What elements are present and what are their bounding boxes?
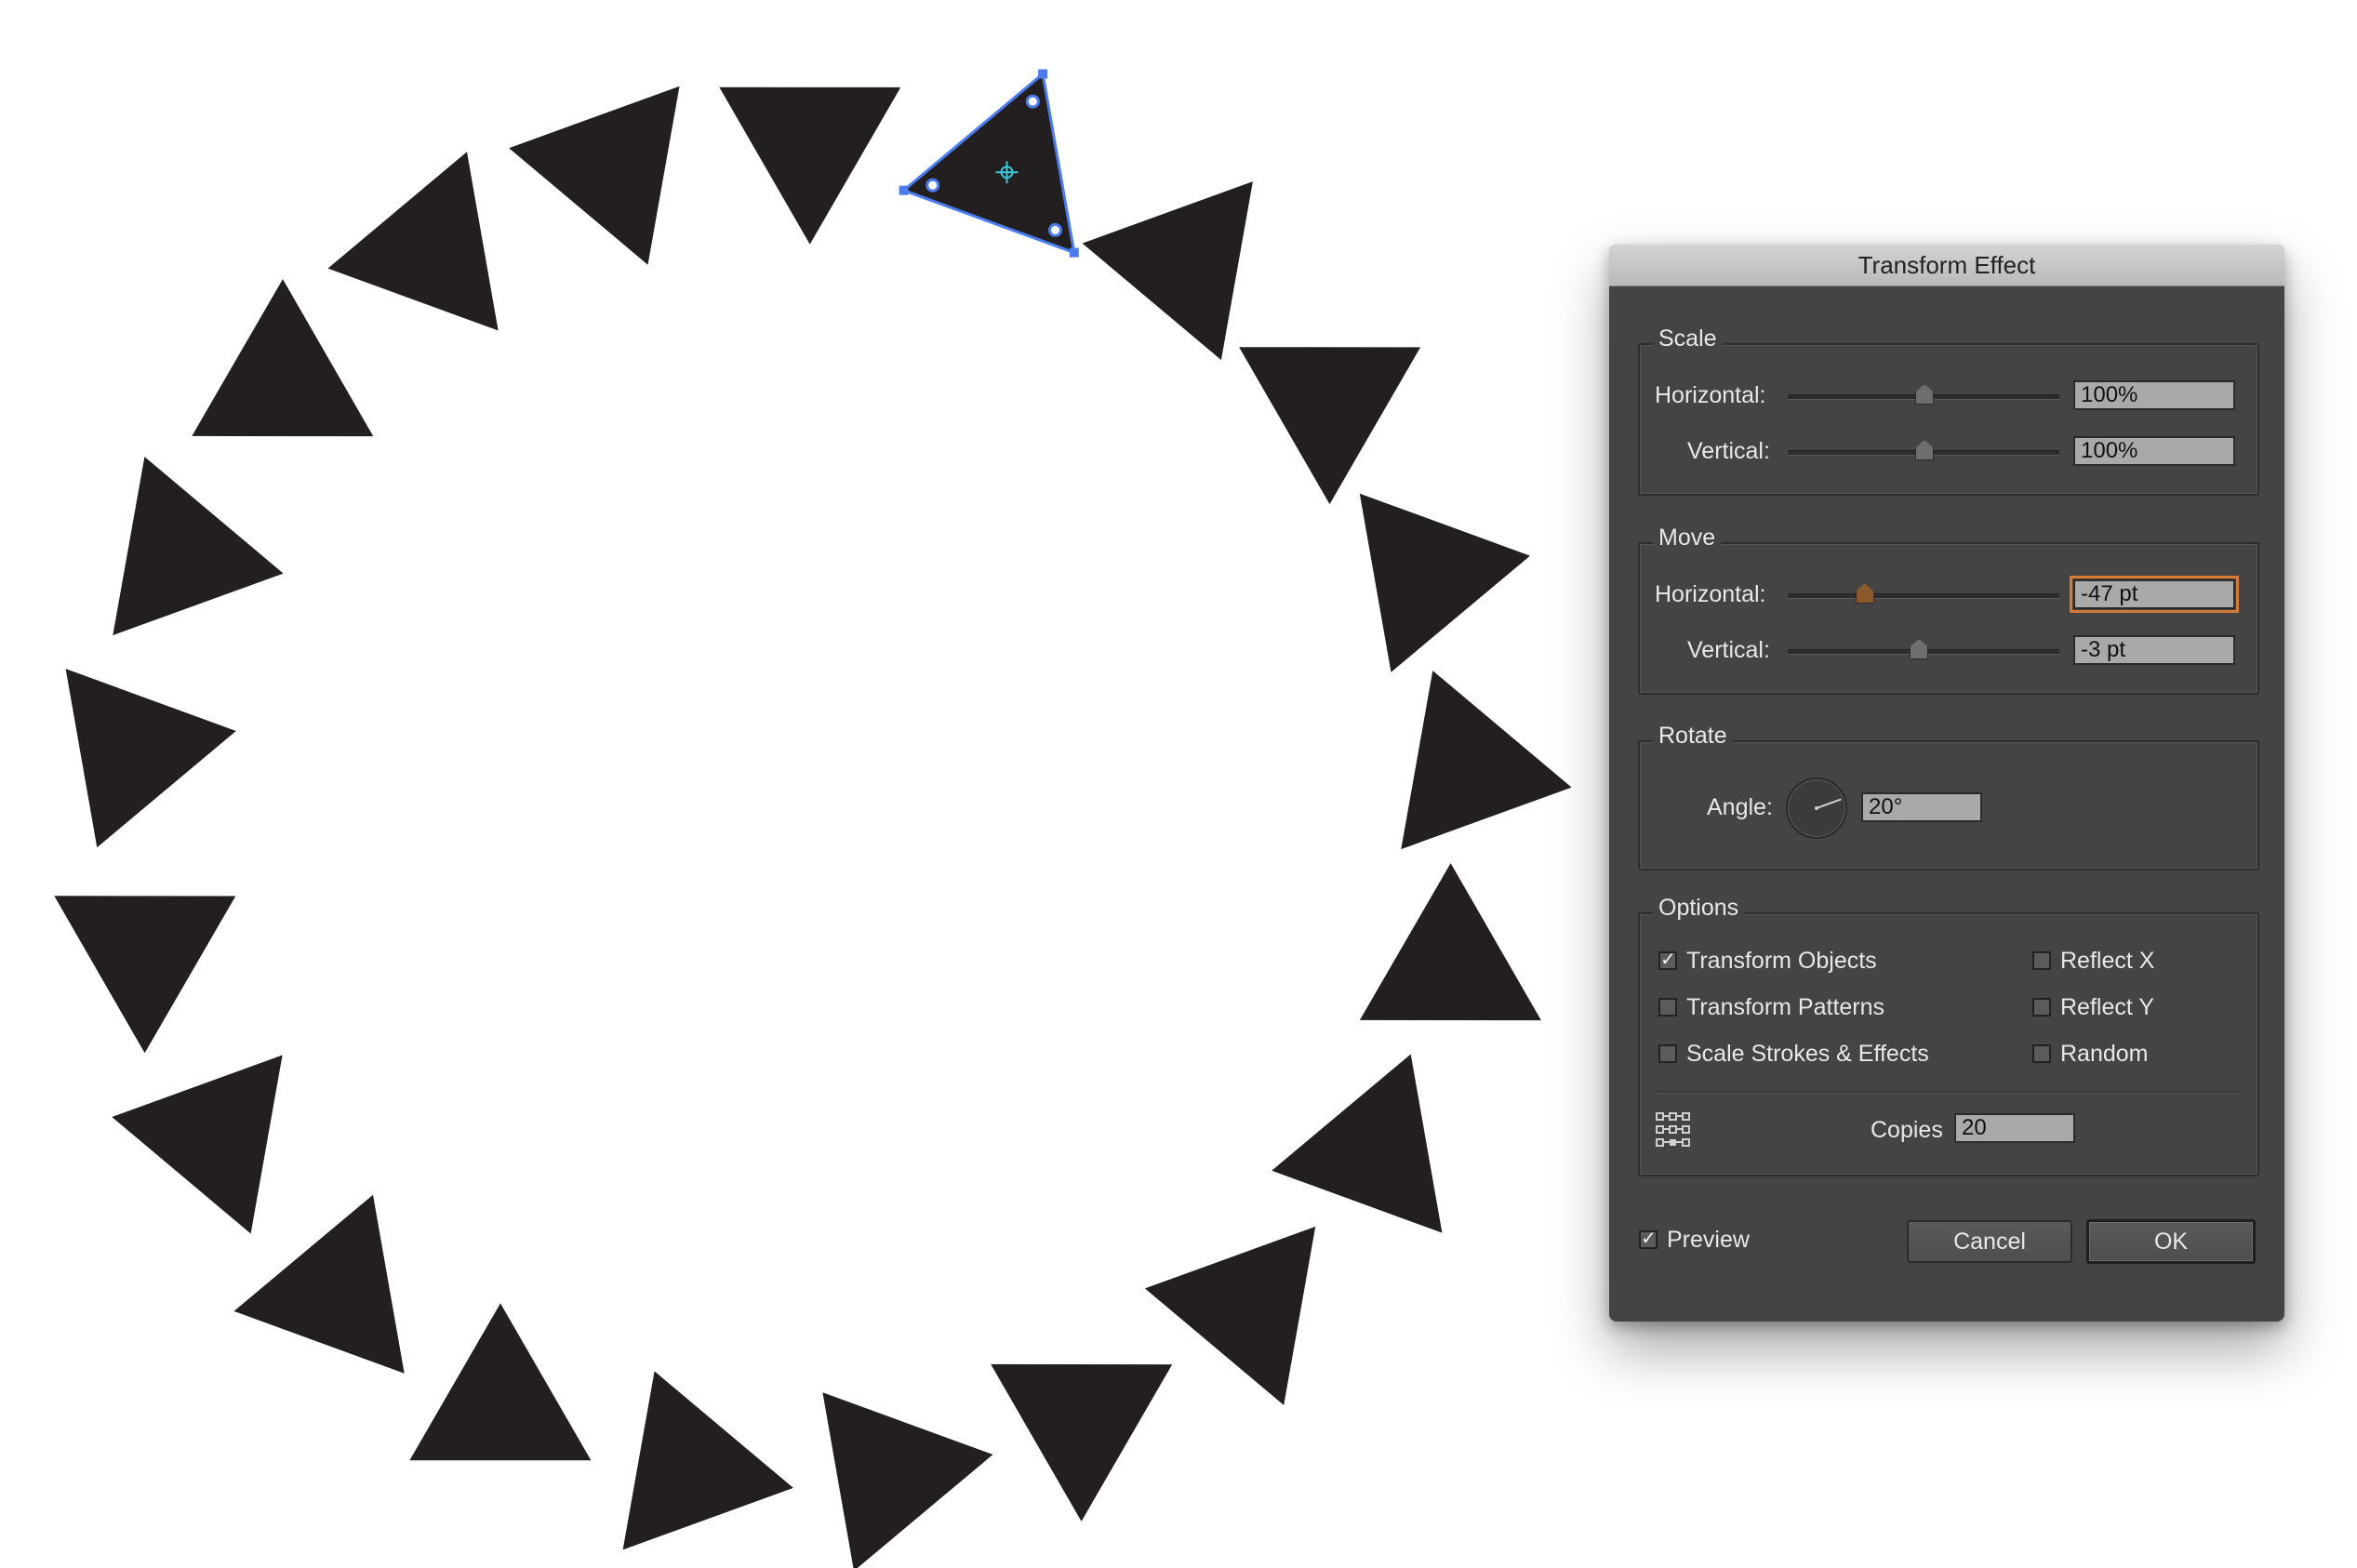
options-group-title: Options bbox=[1653, 892, 1745, 924]
scale-strokes-effects-label[interactable]: Scale Strokes & Effects bbox=[1686, 1039, 1929, 1069]
move-vertical-slider[interactable] bbox=[1788, 649, 2059, 655]
triangle-shape[interactable] bbox=[622, 1371, 793, 1550]
scale-group-title: Scale bbox=[1653, 323, 1723, 354]
preview-checkbox[interactable]: ✓ bbox=[1639, 1229, 1658, 1249]
move-vertical-input[interactable]: -3 pt bbox=[2073, 635, 2235, 665]
rotate-angle-label: Angle: bbox=[1707, 794, 1773, 820]
cancel-button[interactable]: Cancel bbox=[1907, 1220, 2072, 1263]
triangle-shape[interactable] bbox=[822, 1392, 993, 1568]
scale-strokes-effects-checkbox[interactable] bbox=[1658, 1044, 1677, 1063]
live-corner-widget-icon[interactable] bbox=[925, 178, 940, 193]
triangle-ring bbox=[54, 73, 1572, 1568]
scale-horizontal-input[interactable]: 100% bbox=[2073, 380, 2235, 410]
rotate-group-title: Rotate bbox=[1653, 720, 1733, 751]
triangle-shape[interactable] bbox=[1359, 863, 1541, 1021]
ok-button[interactable]: OK bbox=[2086, 1219, 2256, 1264]
options-group: Options ✓ Transform Objects Transform Pa… bbox=[1638, 892, 2259, 1176]
move-group-title: Move bbox=[1653, 522, 1722, 553]
reflect-x-label[interactable]: Reflect X bbox=[2060, 946, 2154, 976]
artboard-canvas[interactable] bbox=[0, 0, 1581, 1568]
reflect-y-label[interactable]: Reflect Y bbox=[2060, 992, 2154, 1022]
triangle-shape[interactable] bbox=[409, 1303, 592, 1461]
selection-handle[interactable] bbox=[1069, 247, 1079, 258]
triangle-shape[interactable] bbox=[1359, 493, 1530, 672]
angle-dial-indicator-icon bbox=[1815, 798, 1842, 810]
triangle-shape[interactable] bbox=[719, 86, 901, 245]
triangle-shape[interactable] bbox=[65, 669, 236, 848]
reflect-y-checkbox[interactable] bbox=[2032, 998, 2051, 1017]
move-horizontal-label: Horizontal: bbox=[1655, 581, 1766, 607]
move-horizontal-slider[interactable] bbox=[1788, 593, 2059, 599]
scale-group: Scale Horizontal: 100% Vertical: 100% bbox=[1638, 323, 2259, 496]
triangle-shape[interactable] bbox=[112, 1055, 283, 1234]
move-vertical-label: Vertical: bbox=[1687, 637, 1770, 663]
triangle-shape[interactable] bbox=[192, 279, 374, 437]
triangle-shape[interactable] bbox=[1144, 1226, 1316, 1405]
reflect-x-checkbox[interactable] bbox=[2032, 951, 2051, 970]
triangle-shape[interactable] bbox=[1272, 1054, 1443, 1233]
transform-objects-checkbox[interactable]: ✓ bbox=[1658, 950, 1677, 970]
triangle-shape[interactable] bbox=[327, 152, 499, 331]
live-corner-widget-icon[interactable] bbox=[1025, 94, 1040, 109]
reference-point-grid-icon[interactable] bbox=[1655, 1111, 1692, 1149]
rotate-group: Rotate Angle: 20° bbox=[1638, 720, 2259, 870]
triangle-shape[interactable] bbox=[991, 1363, 1173, 1521]
selection-handle[interactable] bbox=[1038, 69, 1048, 79]
triangle-shape[interactable] bbox=[509, 86, 680, 265]
copies-input[interactable]: 20 bbox=[1954, 1113, 2075, 1143]
rotate-angle-input[interactable]: 20° bbox=[1861, 792, 1982, 822]
triangle-shape[interactable] bbox=[1082, 181, 1253, 361]
move-group: Move Horizontal: -47 pt Vertical: -3 pt bbox=[1638, 522, 2259, 695]
preview-label[interactable]: Preview bbox=[1667, 1225, 1750, 1255]
copies-label: Copies bbox=[1871, 1117, 1943, 1143]
scale-vertical-slider[interactable] bbox=[1788, 450, 2059, 456]
transform-effect-dialog: Transform Effect Scale Horizontal: 100% … bbox=[1609, 245, 2284, 1322]
scale-horizontal-label: Horizontal: bbox=[1655, 382, 1766, 408]
random-checkbox[interactable] bbox=[2032, 1044, 2051, 1063]
triangle-shape[interactable] bbox=[1239, 347, 1421, 505]
scale-horizontal-slider[interactable] bbox=[1788, 394, 2059, 400]
transform-patterns-label[interactable]: Transform Patterns bbox=[1686, 992, 1884, 1022]
triangle-shape[interactable] bbox=[54, 896, 236, 1054]
triangle-shape[interactable] bbox=[1401, 671, 1572, 850]
random-label[interactable]: Random bbox=[2060, 1039, 2149, 1069]
transform-objects-label[interactable]: Transform Objects bbox=[1686, 946, 1877, 976]
scale-vertical-input[interactable]: 100% bbox=[2073, 436, 2235, 466]
transform-patterns-checkbox[interactable] bbox=[1658, 998, 1677, 1017]
triangle-shape[interactable] bbox=[113, 457, 284, 636]
triangle-shape[interactable] bbox=[233, 1194, 405, 1374]
options-divider bbox=[1655, 1091, 2241, 1094]
selection-handle[interactable] bbox=[899, 185, 909, 195]
rotate-angle-dial[interactable] bbox=[1786, 777, 1847, 839]
scale-vertical-label: Vertical: bbox=[1687, 438, 1770, 464]
dialog-title[interactable]: Transform Effect bbox=[1609, 245, 2284, 286]
move-horizontal-input[interactable]: -47 pt bbox=[2070, 576, 2239, 613]
live-corner-widget-icon[interactable] bbox=[1048, 222, 1062, 237]
